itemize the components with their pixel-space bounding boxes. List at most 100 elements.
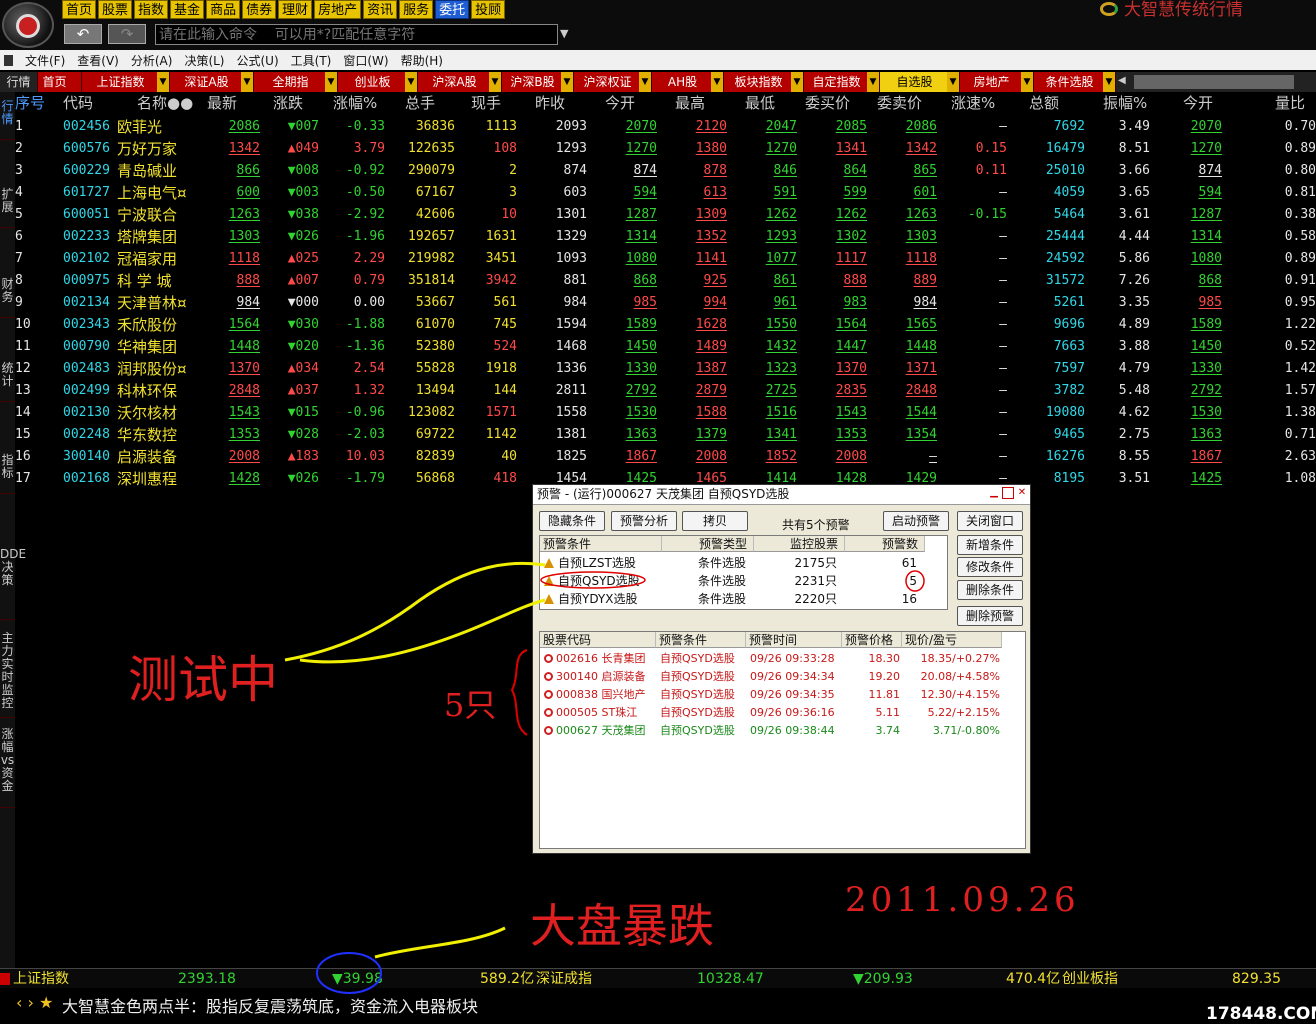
nav-button-1[interactable]: 股票 <box>98 0 133 19</box>
column-header-4[interactable]: 涨跌 <box>273 92 303 114</box>
menu-item-0[interactable]: 文件(F) <box>19 52 71 69</box>
column-header-11[interactable]: 最低 <box>745 92 775 114</box>
sidebar-item-3[interactable]: 统计 <box>0 362 15 402</box>
nav-button-7[interactable]: 房地产 <box>314 0 362 19</box>
nav-button-9[interactable]: 服务 <box>399 0 434 19</box>
sidebar-item-5[interactable]: DDE决策 <box>0 548 26 620</box>
column-header-2[interactable]: 名称●● <box>137 92 193 114</box>
tab-12[interactable]: 房地产 ▼ <box>960 72 1034 92</box>
copy-button[interactable]: 拷贝 <box>682 511 748 531</box>
tab-dropdown-icon[interactable]: ▼ <box>489 72 501 92</box>
tab-dropdown-icon[interactable]: ▼ <box>241 72 253 92</box>
nav-button-4[interactable]: 商品 <box>206 0 241 19</box>
alert-column-header[interactable]: 预警时间 <box>746 632 842 648</box>
alert-row[interactable]: 000838 国兴地产 <box>544 686 654 704</box>
nav-button-6[interactable]: 理财 <box>278 0 313 19</box>
table-row[interactable]: 1 002456 欧菲光 2086 ▼007 -0.33 36836 1113 2093 2070… <box>15 116 1316 138</box>
tab-0[interactable]: 首页 <box>38 72 82 92</box>
tab-scrollbar[interactable]: ◀ <box>1116 72 1316 92</box>
news-headline[interactable]: 大智慧金色两点半：股指反复震荡筑底，资金流入电器板块 <box>62 993 478 1017</box>
tab-1[interactable]: 上证指数 ▼ <box>82 72 170 92</box>
column-header-10[interactable]: 最高 <box>675 92 705 114</box>
alert-row[interactable]: 000627 天茂集团 <box>544 722 654 740</box>
forward-button[interactable]: ↷ <box>108 24 146 44</box>
condition-column-header[interactable]: 监控股票 <box>754 536 845 552</box>
column-header-3[interactable]: 最新 <box>207 92 237 114</box>
sidebar-item-0[interactable]: 行情 <box>0 100 15 140</box>
nav-button-0[interactable]: 首页 <box>62 0 97 19</box>
sidebar-item-2[interactable]: 财务 <box>0 278 15 318</box>
nav-button-8[interactable]: 资讯 <box>363 0 398 19</box>
alert-column-header[interactable]: 预警价格 <box>842 632 902 648</box>
close-window-button[interactable]: 关闭窗口 <box>957 511 1023 531</box>
tab-dropdown-icon[interactable]: ▼ <box>639 72 651 92</box>
sidebar-item-7[interactable]: 涨幅vs资金 <box>0 728 15 808</box>
column-header-17[interactable]: 今开 <box>1183 92 1213 114</box>
tab-11[interactable]: 自选股 ▼ <box>880 72 960 92</box>
tab-5[interactable]: 沪深A股 ▼ <box>418 72 502 92</box>
nav-button-10[interactable]: 委托 <box>435 0 470 19</box>
tab-7[interactable]: 沪深权证 ▼ <box>574 72 652 92</box>
column-header-1[interactable]: 代码 <box>63 92 93 114</box>
column-header-15[interactable]: 总额 <box>1029 92 1059 114</box>
nav-button-2[interactable]: 指数 <box>134 0 169 19</box>
tab-dropdown-icon[interactable]: ▼ <box>405 72 417 92</box>
tab-4[interactable]: 创业板 ▼ <box>338 72 418 92</box>
column-header-5[interactable]: 涨幅% <box>333 92 377 114</box>
alert-row[interactable]: 002616 长青集团 <box>544 650 654 668</box>
sidebar-item-1[interactable]: 扩展 <box>0 188 15 228</box>
close-icon[interactable]: ✕ <box>1016 487 1028 499</box>
menu-item-3[interactable]: 决策(L) <box>178 52 230 69</box>
table-row[interactable]: 14 002130 沃尔核材 1543 ▼015 -0.96 123082 1571 1558 1… <box>15 402 1316 424</box>
condition-row[interactable]: 自预YDYX选股 <box>544 590 637 608</box>
tab-8[interactable]: AH股 ▼ <box>652 72 724 92</box>
add-condition-button[interactable]: 新增条件 <box>957 535 1023 555</box>
table-row[interactable]: 9 002134 天津普林¤ 984 ▼000 0.00 53667 561 984 985 994… <box>15 292 1316 314</box>
table-row[interactable]: 2 600576 万好万家 1342 ▲049 3.79 122635 108 1293 1270… <box>15 138 1316 160</box>
table-row[interactable]: 10 002343 禾欣股份 1564 ▼030 -1.88 61070 745 1594 158… <box>15 314 1316 336</box>
nav-button-5[interactable]: 债券 <box>242 0 277 19</box>
tab-market[interactable]: 行情 <box>0 72 38 92</box>
start-alert-button[interactable]: 启动预警 <box>883 511 949 531</box>
table-row[interactable]: 3 600229 青岛碱业 866 ▼008 -0.92 290079 2 874 874 878 8… <box>15 160 1316 182</box>
table-row[interactable]: 15 002248 华东数控 1353 ▼028 -2.03 69722 1142 1381 13… <box>15 424 1316 446</box>
delete-condition-button[interactable]: 删除条件 <box>957 580 1023 600</box>
table-row[interactable]: 6 002233 塔牌集团 1303 ▼026 -1.96 192657 1631 1329 13… <box>15 226 1316 248</box>
tab-dropdown-icon[interactable]: ▼ <box>561 72 573 92</box>
alert-column-header[interactable]: 现价/盈亏 <box>902 632 1002 648</box>
edit-condition-button[interactable]: 修改条件 <box>957 557 1023 577</box>
column-header-13[interactable]: 委卖价 <box>877 92 922 114</box>
condition-row[interactable]: 自预LZST选股 <box>544 554 636 572</box>
command-dropdown-icon[interactable]: ▼ <box>560 27 568 40</box>
condition-column-header[interactable]: 预警条件 <box>540 536 662 552</box>
column-header-8[interactable]: 昨收 <box>535 92 565 114</box>
condition-column-header[interactable]: 预警数 <box>845 536 925 552</box>
tab-dropdown-icon[interactable]: ▼ <box>791 72 803 92</box>
cy-index-name[interactable]: 创业板指 <box>1062 969 1118 989</box>
menu-item-1[interactable]: 查看(V) <box>71 52 125 69</box>
system-menu-icon[interactable] <box>4 54 13 66</box>
table-row[interactable]: 16 300140 启源装备 2008 ▲183 10.03 82839 40 1825 1867… <box>15 446 1316 468</box>
maximize-icon[interactable] <box>1002 487 1014 499</box>
menu-item-7[interactable]: 帮助(H) <box>395 52 449 69</box>
tab-dropdown-icon[interactable]: ▼ <box>867 72 879 92</box>
table-row[interactable]: 8 000975 科 学 城 888 ▲007 0.79 351814 3942 881 868 9… <box>15 270 1316 292</box>
table-row[interactable]: 12 002483 润邦股份¤ 1370 ▲034 2.54 55828 1918 1336 13… <box>15 358 1316 380</box>
menu-item-2[interactable]: 分析(A) <box>125 52 179 69</box>
alert-analysis-button[interactable]: 预警分析 <box>611 511 677 531</box>
tab-13[interactable]: 条件选股 ▼ <box>1034 72 1116 92</box>
minimize-icon[interactable]: ▁ <box>988 487 1000 499</box>
tab-dropdown-icon[interactable]: ▼ <box>711 72 723 92</box>
tab-6[interactable]: 沪深B股 ▼ <box>502 72 574 92</box>
tab-dropdown-icon[interactable]: ▼ <box>325 72 337 92</box>
column-header-9[interactable]: 今开 <box>605 92 635 114</box>
table-row[interactable]: 4 601727 上海电气¤ 600 ▼003 -0.50 67167 3 603 594 613 5… <box>15 182 1316 204</box>
scroll-thumb[interactable] <box>1134 75 1294 89</box>
tab-3[interactable]: 全期指 ▼ <box>254 72 338 92</box>
table-row[interactable]: 13 002499 科林环保 2848 ▲037 1.32 13494 144 2811 2792… <box>15 380 1316 402</box>
back-button[interactable]: ↶ <box>64 24 102 44</box>
table-row[interactable]: 7 002102 冠福家用 1118 ▲025 2.29 219982 3451 1093 108… <box>15 248 1316 270</box>
menu-item-6[interactable]: 窗口(W) <box>337 52 394 69</box>
column-header-14[interactable]: 涨速% <box>951 92 995 114</box>
column-header-6[interactable]: 总手 <box>405 92 435 114</box>
